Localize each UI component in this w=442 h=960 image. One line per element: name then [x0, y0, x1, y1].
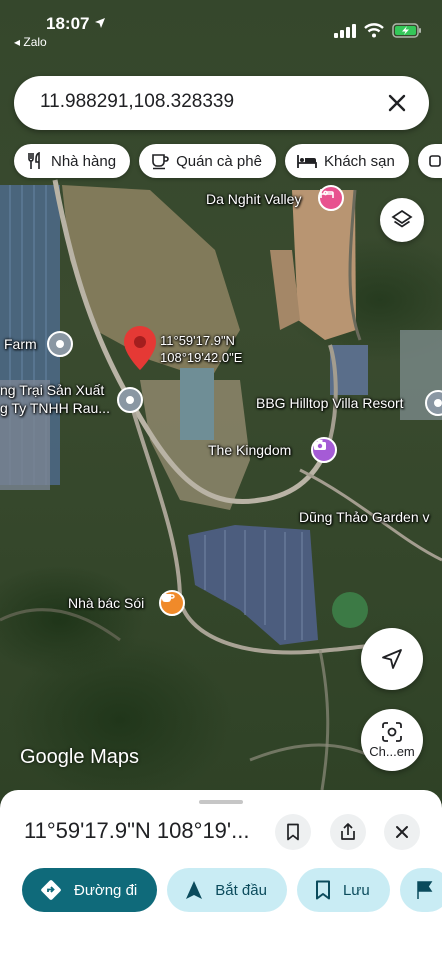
label-button[interactable] — [399, 868, 442, 912]
location-arrow-icon — [95, 18, 106, 28]
signal-icon — [334, 23, 356, 38]
pin-lng-label: 108°19'42.0"E — [160, 350, 243, 365]
close-icon[interactable] — [385, 91, 409, 115]
navigation-arrow-icon — [382, 649, 402, 669]
chip-cafes[interactable]: Quán cà phê — [139, 144, 276, 178]
navigate-icon — [185, 880, 203, 900]
wifi-icon — [364, 23, 384, 38]
directions-icon — [40, 879, 62, 901]
place-title: 11°59'17.9"N 108°19'... — [24, 818, 250, 843]
place-label-dung-thao[interactable]: Dũng Thảo Garden v — [299, 509, 430, 525]
layers-button[interactable] — [380, 198, 424, 242]
camera-scan-icon — [382, 722, 402, 742]
share-icon — [341, 823, 355, 840]
cafe-poi-icon[interactable] — [159, 590, 185, 616]
sheet-drag-handle[interactable] — [199, 800, 243, 804]
close-sheet-button[interactable] — [384, 814, 420, 850]
place-label-farm[interactable]: Farm — [4, 336, 37, 352]
save-bookmark-button[interactable] — [275, 814, 311, 850]
directions-button[interactable]: Đường đi — [22, 868, 158, 912]
place-bottom-sheet[interactable]: 11°59'17.9"N 108°19'... Đường đi Bắt đầu… — [0, 790, 442, 960]
battery-charging-icon — [392, 23, 421, 38]
lens-button[interactable]: Ch...em — [361, 709, 423, 771]
place-poi-icon[interactable] — [47, 331, 73, 357]
bookmark-icon — [287, 823, 299, 841]
bookmark-icon — [315, 880, 331, 900]
coffee-icon — [151, 152, 169, 170]
chip-restaurants[interactable]: Nhà hàng — [14, 144, 131, 178]
pin-lat-label: 11°59'17.9"N — [160, 333, 235, 348]
status-time: 18:07 — [46, 14, 106, 34]
chip-more[interactable] — [417, 144, 442, 178]
place-poi-icon[interactable] — [117, 387, 143, 413]
flag-icon — [416, 880, 434, 900]
restaurant-icon — [26, 152, 44, 170]
save-button[interactable]: Lưu — [296, 868, 390, 912]
hotel-icon — [297, 153, 317, 169]
google-maps-watermark: Google Maps — [20, 746, 139, 768]
action-buttons: Đường đi Bắt đầu Lưu — [22, 868, 442, 912]
location-pin-icon[interactable] — [124, 326, 156, 370]
start-button[interactable]: Bắt đầu — [167, 868, 287, 912]
status-icons — [334, 23, 422, 38]
place-label-trang-trai-2: g Ty TNHH Rau... — [0, 400, 110, 416]
close-icon — [396, 826, 408, 838]
chip-hotels[interactable]: Khách sạn — [284, 144, 409, 178]
camera-poi-icon[interactable] — [311, 437, 337, 463]
place-label-kingdom[interactable]: The Kingdom — [208, 442, 291, 458]
place-label-trang-trai[interactable]: ng Trại Sản Xuất — [0, 382, 104, 398]
category-chips: Nhà hàng Quán cà phê Khách sạn — [14, 144, 442, 178]
place-label-da-nghit[interactable]: Da Nghit Valley — [206, 191, 301, 207]
lens-label: Ch...em — [369, 744, 415, 759]
back-to-app[interactable]: ◂ Zalo — [14, 35, 47, 49]
place-label-nha-bac-soi[interactable]: Nhà bác Sói — [68, 595, 144, 611]
layers-icon — [391, 209, 413, 228]
search-bar[interactable] — [14, 76, 429, 130]
hotel-poi-icon[interactable] — [318, 185, 344, 211]
search-input[interactable] — [40, 91, 370, 113]
my-location-button[interactable] — [361, 628, 423, 690]
more-category-icon — [428, 152, 442, 170]
share-button[interactable] — [330, 814, 366, 850]
place-label-bbg[interactable]: BBG Hilltop Villa Resort — [256, 395, 404, 411]
